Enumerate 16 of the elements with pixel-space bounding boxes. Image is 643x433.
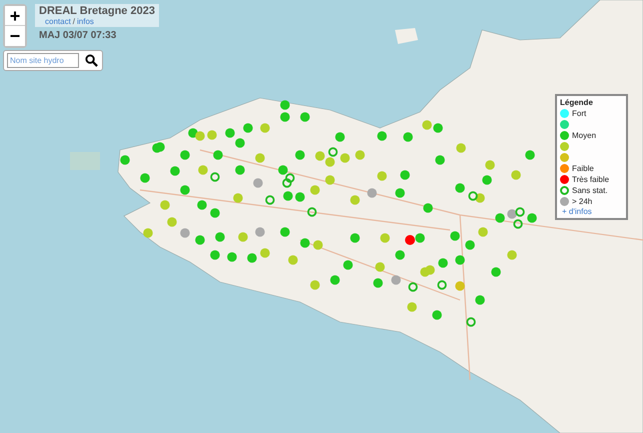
update-time: MAJ 03/07 07:33 — [38, 30, 118, 41]
legend-label: Moyen — [572, 130, 596, 140]
legend-label: Sans stat. — [572, 186, 608, 194]
legend-label: Très faible — [572, 174, 610, 184]
contact-link[interactable]: contact — [45, 17, 71, 26]
infos-link[interactable]: infos — [77, 17, 94, 26]
search-field[interactable]: Nom site hydro — [7, 53, 79, 68]
more-info-link[interactable]: + d'infos — [560, 207, 623, 216]
legend-label: Fort — [572, 108, 586, 118]
zoom-in-button[interactable]: + — [5, 6, 25, 26]
search-icon[interactable] — [85, 54, 98, 67]
legend-title: Légende — [560, 98, 594, 107]
map-title: DREAL Bretagne 2023 — [39, 5, 155, 17]
legend-label: Faible — [572, 164, 594, 172]
legend-label: > 24h — [572, 196, 592, 206]
link-separator: / — [72, 17, 76, 26]
